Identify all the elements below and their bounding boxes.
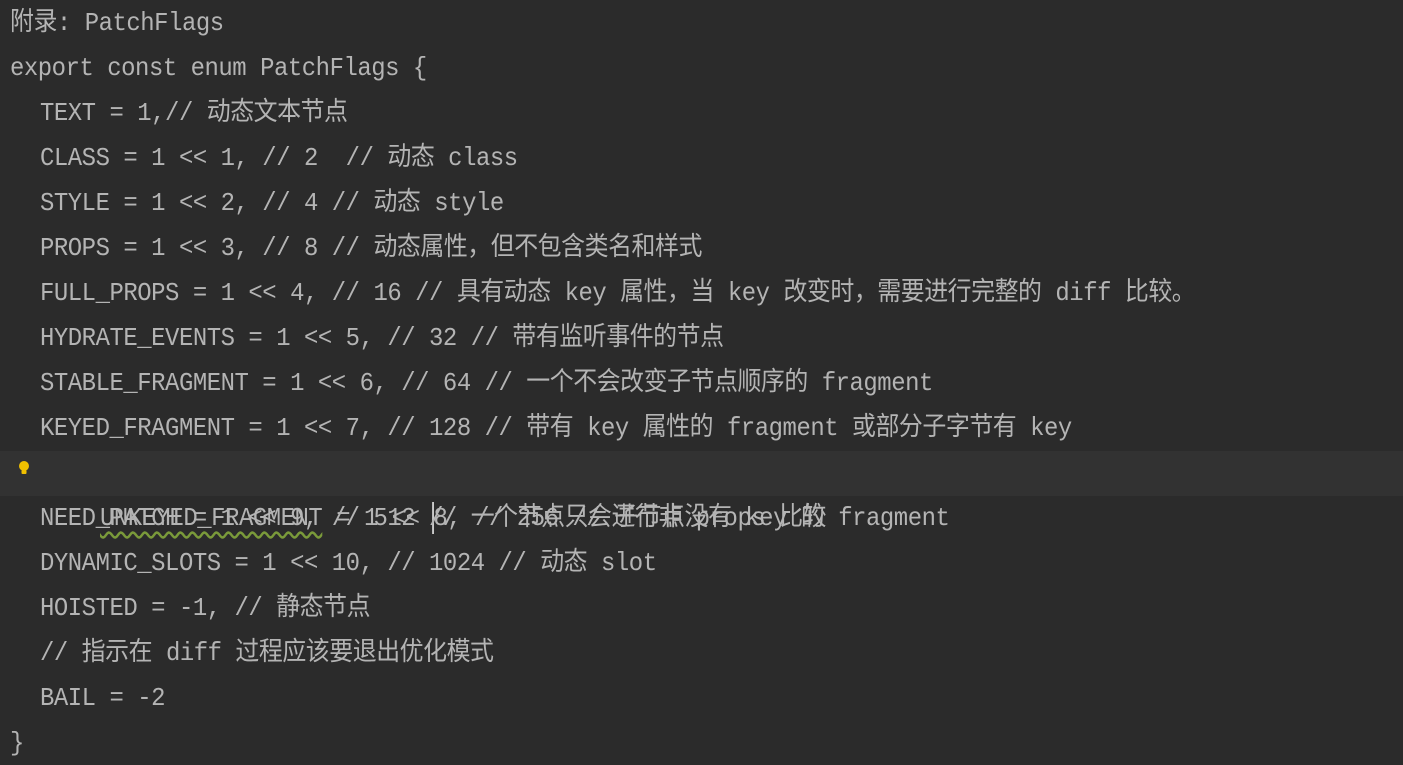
code-text: CLASS = 1 << 1, // 2 // 动态 class: [40, 143, 518, 173]
code-line-16[interactable]: BAIL = -2: [0, 676, 1403, 721]
code-editor[interactable]: 附录: PatchFlags export const enum PatchFl…: [0, 0, 1403, 765]
code-line-6[interactable]: PROPS = 1 << 3, // 8 // 动态属性，但不包含类名和样式: [0, 226, 1403, 271]
code-text: DYNAMIC_SLOTS = 1 << 10, // 1024 // 动态 s…: [40, 548, 657, 578]
code-line-8[interactable]: HYDRATE_EVENTS = 1 << 5, // 32 // 带有监听事件…: [0, 316, 1403, 361]
light-bulb-icon[interactable]: [18, 460, 30, 476]
code-text: // 指示在 diff 过程应该要退出优化模式: [40, 638, 494, 668]
code-line-14[interactable]: HOISTED = -1, // 静态节点: [0, 586, 1403, 631]
code-line-10[interactable]: KEYED_FRAGMENT = 1 << 7, // 128 // 带有 ke…: [0, 406, 1403, 451]
code-line-5[interactable]: STYLE = 1 << 2, // 4 // 动态 style: [0, 181, 1403, 226]
code-text: export const enum PatchFlags {: [10, 53, 427, 83]
code-line-4[interactable]: CLASS = 1 << 1, // 2 // 动态 class: [0, 136, 1403, 181]
code-line-7[interactable]: FULL_PROPS = 1 << 4, // 16 // 具有动态 key 属…: [0, 271, 1403, 316]
code-text: FULL_PROPS = 1 << 4, // 16 // 具有动态 key 属…: [40, 278, 1196, 308]
code-line-17[interactable]: }: [0, 721, 1403, 765]
code-line-2[interactable]: export const enum PatchFlags {: [0, 46, 1403, 91]
code-text: BAIL = -2: [40, 683, 166, 713]
code-text: }: [10, 728, 24, 758]
code-text: PROPS = 1 << 3, // 8 // 动态属性，但不包含类名和样式: [40, 233, 702, 263]
code-text: STYLE = 1 << 2, // 4 // 动态 style: [40, 188, 504, 218]
code-text: KEYED_FRAGMENT = 1 << 7, // 128 // 带有 ke…: [40, 413, 1072, 443]
code-line-1[interactable]: 附录: PatchFlags: [0, 1, 1403, 46]
code-line-13[interactable]: DYNAMIC_SLOTS = 1 << 10, // 1024 // 动态 s…: [0, 541, 1403, 586]
code-line-9[interactable]: STABLE_FRAGMENT = 1 << 6, // 64 // 一个不会改…: [0, 361, 1403, 406]
code-line-11-current[interactable]: UNKEYED_FRAGMENT = 1 << 8, // 256 // 子节点…: [0, 451, 1403, 535]
code-text: STABLE_FRAGMENT = 1 << 6, // 64 // 一个不会改…: [40, 368, 933, 398]
code-text: HOISTED = -1, // 静态节点: [40, 593, 371, 623]
code-line-3[interactable]: TEXT = 1,// 动态文本节点: [0, 91, 1403, 136]
code-text: HYDRATE_EVENTS = 1 << 5, // 32 // 带有监听事件…: [40, 323, 724, 353]
code-text: TEXT = 1,// 动态文本节点: [40, 98, 348, 128]
code-text: NEED_PATCH = 1 << 9, // 512 // 一个节点只会进行非…: [40, 503, 827, 533]
code-line-12[interactable]: NEED_PATCH = 1 << 9, // 512 // 一个节点只会进行非…: [0, 496, 1403, 541]
code-line-15[interactable]: // 指示在 diff 过程应该要退出优化模式: [0, 631, 1403, 676]
code-text: 附录: PatchFlags: [10, 8, 224, 38]
